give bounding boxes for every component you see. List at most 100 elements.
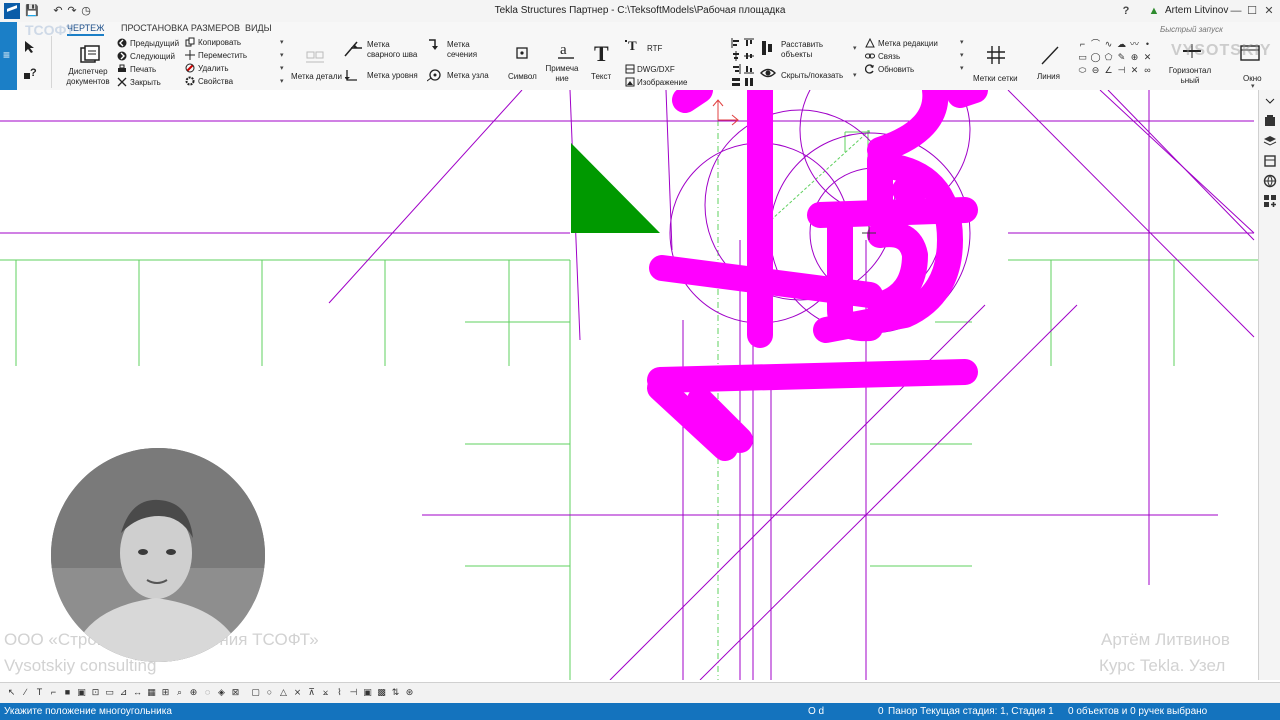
stretch-snap-icon[interactable]: ↔ — [132, 686, 143, 698]
help-icon[interactable]: ? — [1116, 2, 1136, 20]
chevron-down-icon[interactable]: ▾ — [280, 38, 284, 46]
square-snap-icon[interactable]: ▢ — [250, 686, 261, 698]
ellipse-2-tool-icon[interactable]: ⊖ — [1090, 64, 1101, 76]
history-icon[interactable]: ◷ — [78, 3, 94, 19]
cross-tool-icon[interactable]: ✕ — [1142, 51, 1153, 63]
properties-button[interactable]: Свойства — [198, 77, 233, 87]
circle-tool-icon[interactable]: ◯ — [1090, 51, 1101, 63]
copy-button[interactable]: Копировать — [198, 38, 241, 48]
arrange-objects-icon[interactable] — [761, 40, 773, 56]
chevron-down-icon[interactable]: ▾ — [960, 51, 964, 59]
chevron-down-icon[interactable]: ▾ — [960, 64, 964, 72]
box-snap-icon[interactable]: ⊡ — [90, 686, 101, 698]
line-snap-icon[interactable]: ∕ — [20, 686, 31, 698]
polyline-tool-icon[interactable]: ⌐ — [1077, 38, 1088, 50]
horizontal-tile-button[interactable]: Горизонтал ьный — [1165, 66, 1215, 86]
delete-icon[interactable] — [185, 63, 195, 73]
app-menu-strip[interactable]: ≡ — [0, 22, 17, 90]
line-icon[interactable] — [1039, 44, 1061, 66]
delete-button[interactable]: Удалить — [198, 64, 229, 74]
context-help-icon[interactable]: ? — [23, 66, 37, 80]
image-button[interactable]: Изображение — [637, 78, 687, 88]
dim-tool-icon[interactable]: ⊣ — [1116, 64, 1127, 76]
print-icon[interactable] — [117, 64, 127, 74]
hide-show-button[interactable]: Скрыть/показать — [781, 71, 843, 81]
node-mark-button[interactable]: Метка узла — [447, 71, 489, 81]
x2-snap-icon[interactable]: ⨲ — [320, 686, 331, 698]
update-button[interactable]: Обновить — [878, 65, 914, 75]
layers-icon[interactable] — [1263, 134, 1277, 148]
text-snap-icon[interactable]: T — [34, 686, 45, 698]
revision-mark-button[interactable]: Метка редакции — [878, 39, 938, 49]
wave-snap-icon[interactable]: ⌇ — [334, 686, 345, 698]
chevron-down-icon[interactable]: ▾ — [280, 77, 284, 85]
cloud-tool-icon[interactable]: ☁ — [1116, 38, 1127, 50]
properties-panel-icon[interactable] — [1263, 154, 1277, 168]
update-icon[interactable] — [865, 64, 875, 74]
quick-launch-input[interactable] — [1160, 23, 1270, 35]
image-icon[interactable] — [625, 77, 635, 87]
save-icon[interactable]: 💾 — [24, 3, 40, 19]
snap-snap-icon[interactable]: ⊣ — [348, 686, 359, 698]
polygon-tool-icon[interactable]: ⬠ — [1103, 51, 1114, 63]
pattern-snap-icon[interactable]: ▩ — [376, 686, 387, 698]
arrange-objects-button[interactable]: Расставить объекты — [781, 40, 823, 60]
x-snap-icon[interactable]: ⨯ — [292, 686, 303, 698]
rtf-icon[interactable]: T — [625, 38, 639, 52]
frame-snap-icon[interactable]: ▣ — [76, 686, 87, 698]
align-right-icon[interactable] — [731, 64, 741, 74]
eye-icon[interactable] — [760, 66, 776, 80]
rtf-button[interactable]: RTF — [647, 44, 662, 54]
symbol-button[interactable]: Символ — [508, 72, 537, 82]
freehand-tool-icon[interactable]: ✎ — [1116, 51, 1127, 63]
line-button[interactable]: Линия — [1037, 72, 1060, 82]
catalog-icon[interactable] — [1263, 114, 1277, 128]
zoom-snap-icon[interactable]: ⌕ — [174, 686, 185, 698]
text-button[interactable]: Текст — [591, 72, 611, 82]
chevron-down-icon[interactable]: ▾ — [853, 44, 857, 52]
previous-icon[interactable] — [117, 38, 127, 48]
chevron-down-icon[interactable]: ▾ — [280, 64, 284, 72]
align-top-icon[interactable] — [744, 38, 754, 48]
diamond-snap-icon[interactable]: ◈ — [216, 686, 227, 698]
filter-snap-icon[interactable]: ⊼ — [306, 686, 317, 698]
chevron-down-icon[interactable]: ▾ — [1251, 82, 1255, 90]
color-snap-icon[interactable]: ▣ — [362, 686, 373, 698]
triangle-snap-icon[interactable]: △ — [278, 686, 289, 698]
node-mark-icon[interactable] — [427, 68, 441, 82]
tab-dimensioning[interactable]: ПРОСТАНОВКА РАЗМЕРОВ — [121, 22, 240, 34]
distribute-icon[interactable] — [731, 77, 741, 87]
move-icon[interactable] — [185, 50, 195, 60]
circle-snap-icon[interactable]: ◌ — [202, 686, 213, 698]
tab-views[interactable]: ВИДЫ — [245, 22, 272, 34]
zoom-tool-icon[interactable]: ⊕ — [1129, 51, 1140, 63]
align-left-icon[interactable] — [731, 38, 741, 48]
user-name[interactable]: Artem Litvinov — [1165, 5, 1228, 16]
copy-icon[interactable] — [185, 37, 195, 47]
dwg-dxf-button[interactable]: DWG/DXF — [637, 65, 675, 75]
globe-icon[interactable] — [1263, 174, 1277, 188]
angle-tool-icon[interactable]: ∠ — [1103, 64, 1114, 76]
curve-2-tool-icon[interactable]: 〰 — [1129, 38, 1140, 50]
close-drawing-button[interactable]: Закрыть — [130, 78, 161, 88]
close-button[interactable]: ✕ — [1259, 2, 1279, 20]
apps-icon[interactable] — [1263, 194, 1277, 208]
point-tool-icon[interactable]: • — [1142, 38, 1153, 50]
select-snap-icon[interactable]: ↖ — [6, 686, 17, 698]
weld-mark-button[interactable]: Метка сварного шва — [367, 40, 417, 60]
note-button[interactable]: Примеча ние — [541, 64, 583, 84]
revision-mark-icon[interactable] — [865, 38, 875, 48]
tekla-logo-icon[interactable] — [4, 3, 20, 19]
grid-marks-button[interactable]: Метки сетки — [973, 74, 1018, 84]
align-center-icon[interactable] — [731, 51, 741, 61]
link-icon[interactable] — [865, 51, 875, 61]
distribute-v-icon[interactable] — [744, 77, 754, 87]
ellipse-tool-icon[interactable]: ⬭ — [1077, 64, 1088, 76]
align-middle-icon[interactable] — [744, 51, 754, 61]
text-icon[interactable]: T — [592, 42, 612, 64]
document-manager-icon[interactable] — [79, 44, 101, 66]
rect-snap-icon[interactable]: ▭ — [104, 686, 115, 698]
select-arrow-icon[interactable] — [23, 40, 37, 54]
close-drawing-icon[interactable] — [117, 77, 127, 87]
curve-tool-icon[interactable]: ∿ — [1103, 38, 1114, 50]
